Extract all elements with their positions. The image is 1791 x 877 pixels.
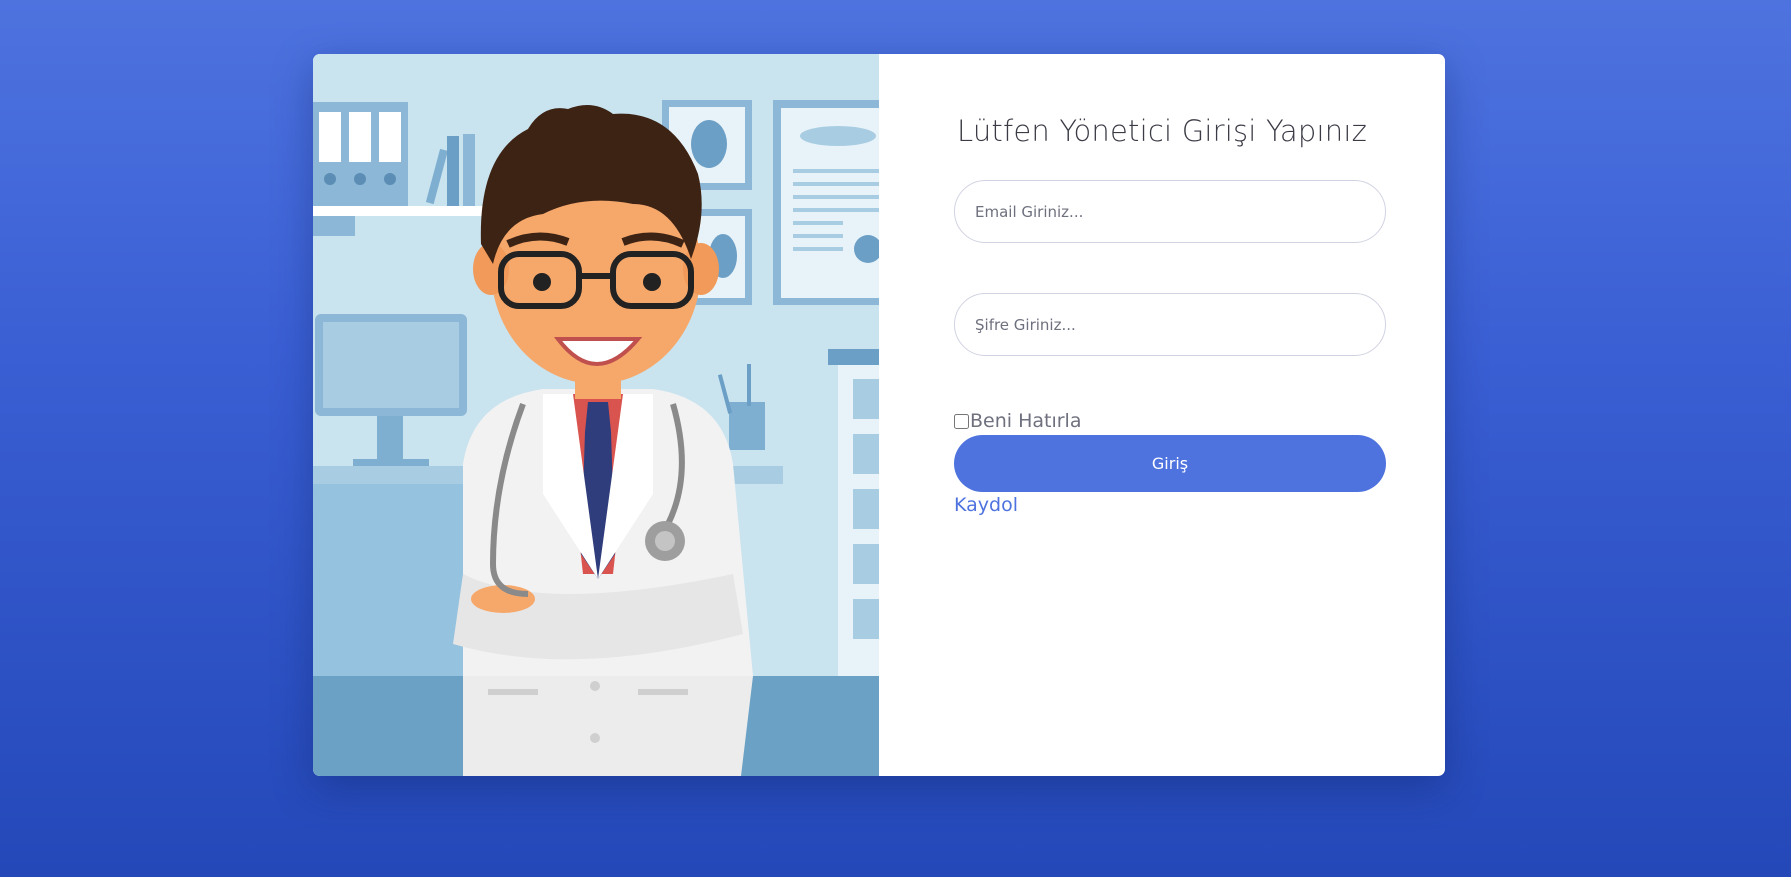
remember-me-checkbox[interactable]	[954, 413, 969, 429]
login-title: Lütfen Yönetici Girişi Yapınız	[956, 114, 1368, 148]
login-form-panel: Lütfen Yönetici Girişi Yapınız Beni Hatı…	[879, 54, 1445, 776]
login-button[interactable]: Giriş	[954, 435, 1386, 492]
register-link[interactable]: Kaydol	[954, 494, 1018, 516]
remember-me[interactable]: Beni Hatırla	[954, 410, 1081, 432]
login-card: Lütfen Yönetici Girişi Yapınız Beni Hatı…	[313, 54, 1445, 776]
doctor-illustration	[313, 54, 879, 776]
remember-me-label: Beni Hatırla	[970, 410, 1082, 432]
password-input[interactable]	[954, 293, 1386, 356]
email-input[interactable]	[954, 180, 1386, 243]
